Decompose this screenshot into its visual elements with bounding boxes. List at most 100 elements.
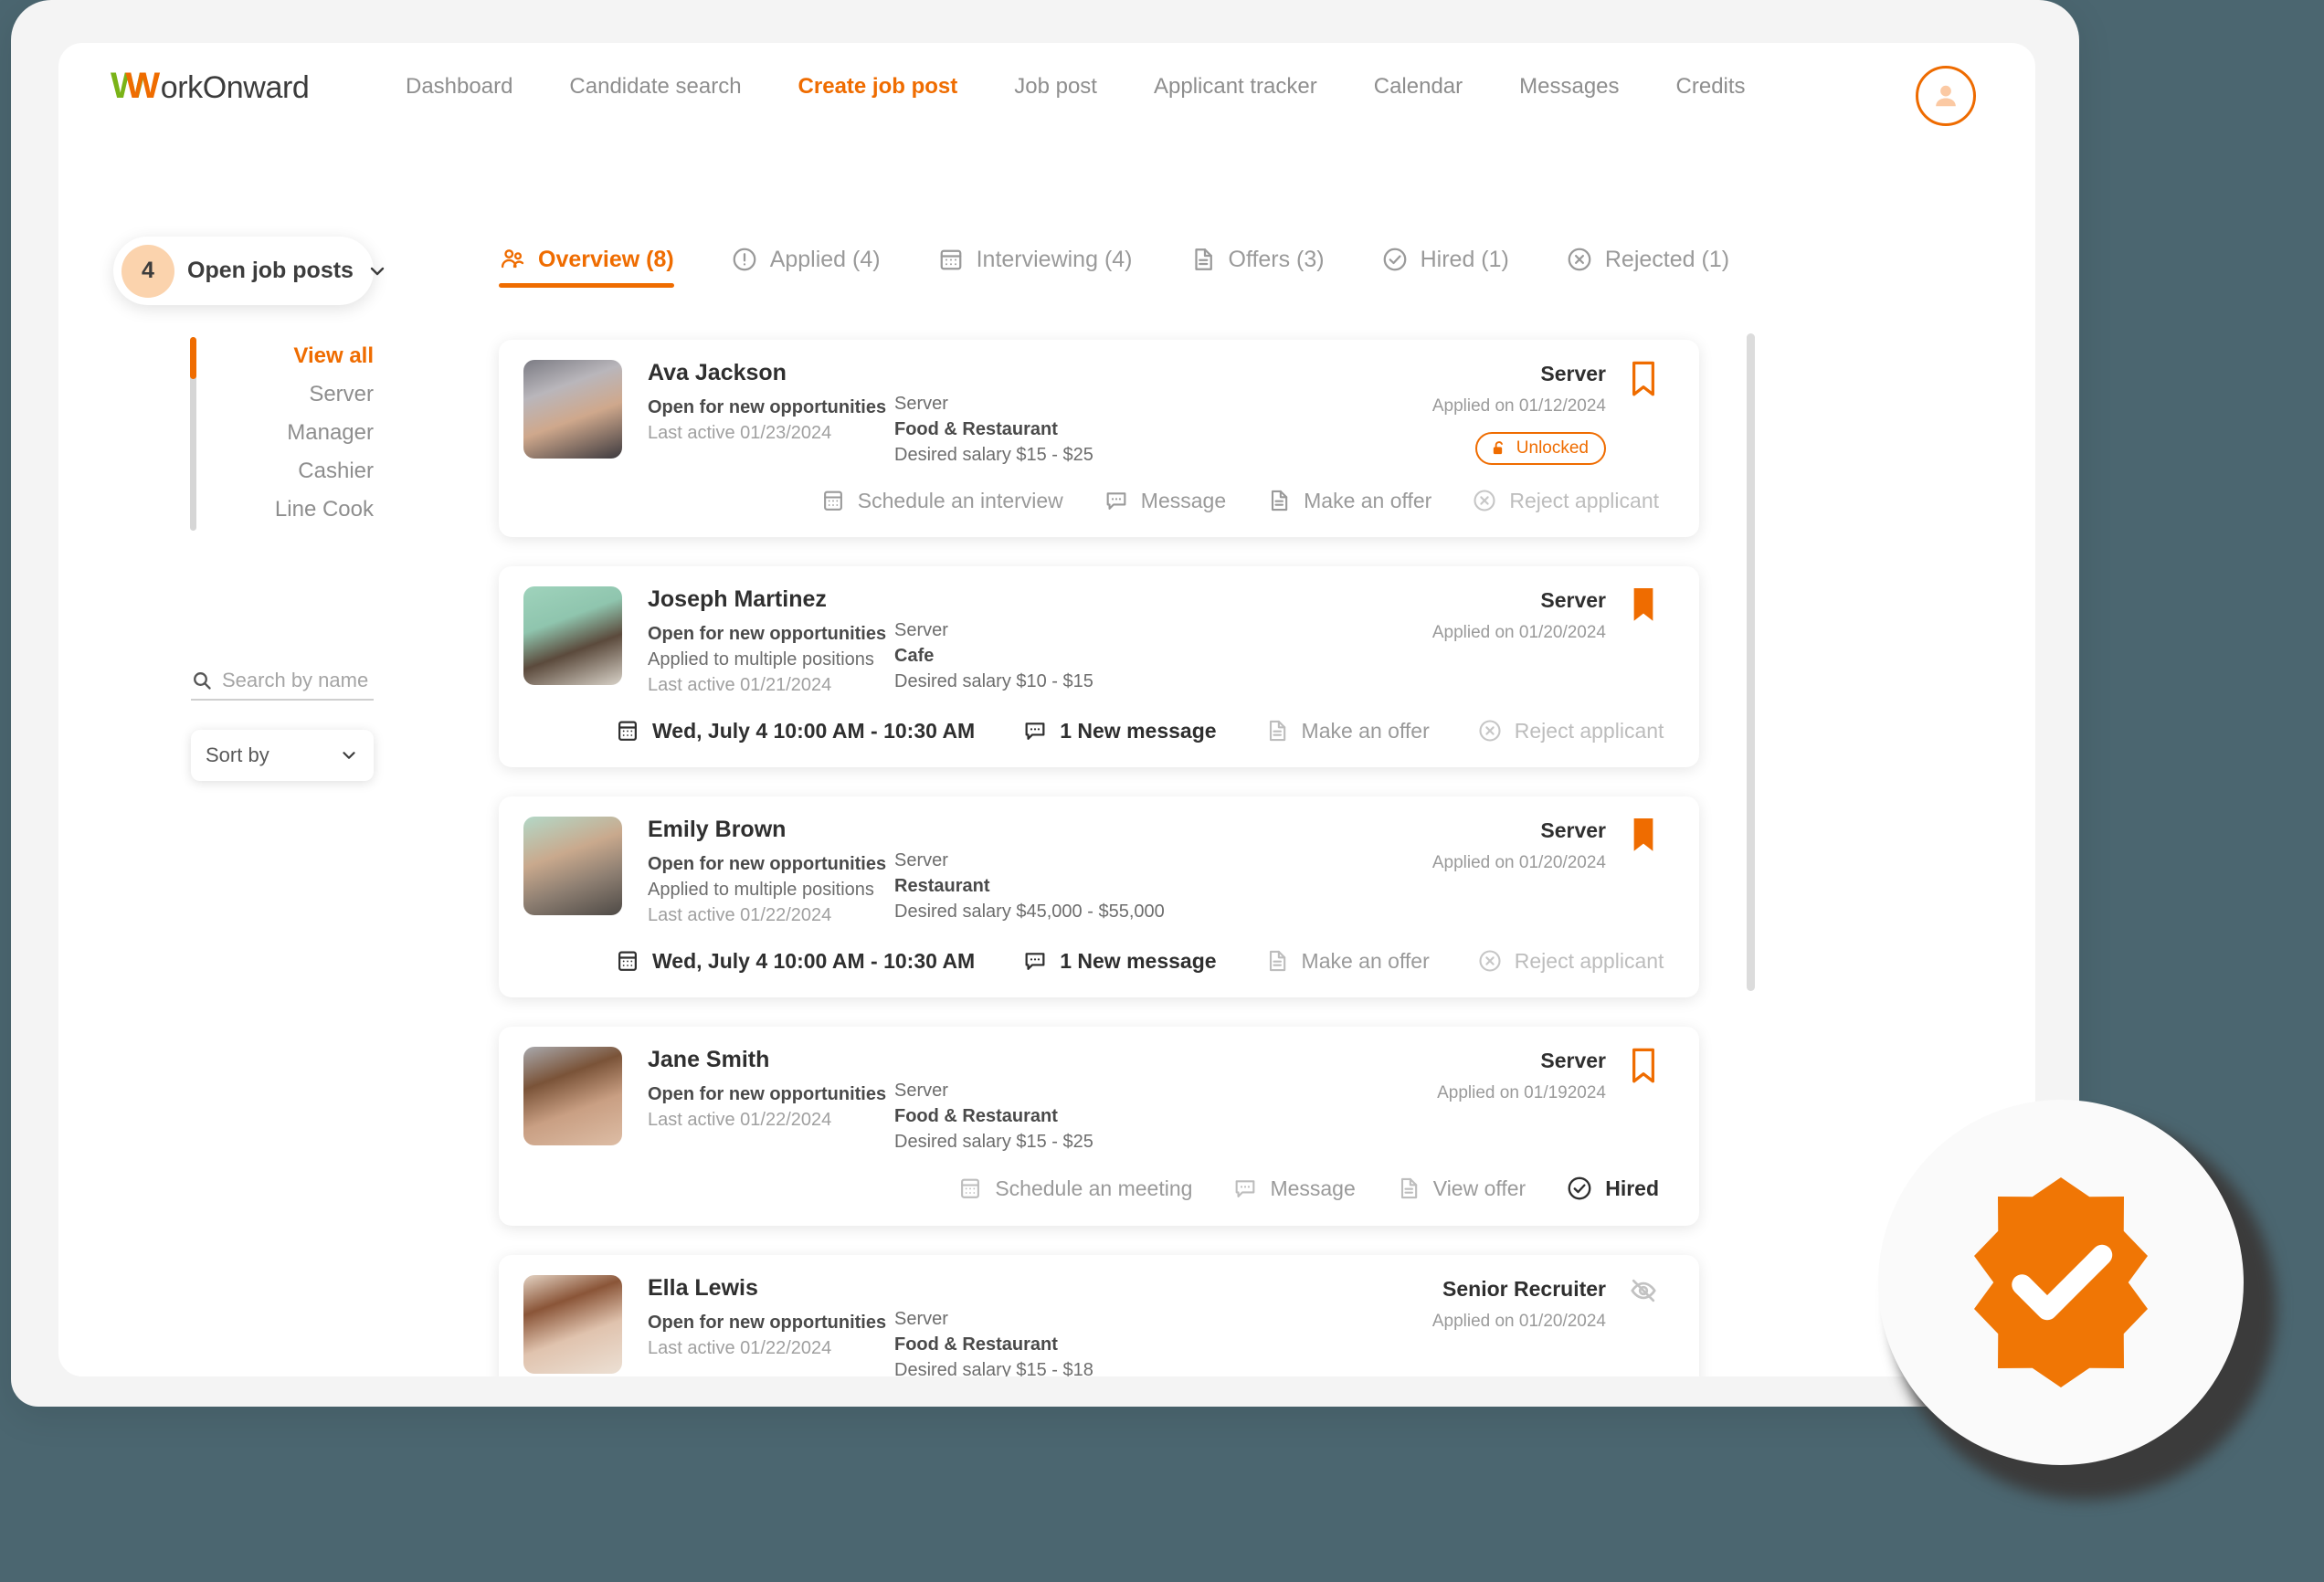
candidate-name: Emily Brown (648, 817, 787, 842)
open-job-posts-selector[interactable]: 4 Open job posts (113, 237, 385, 305)
action-label: Make an offer (1304, 488, 1432, 512)
hide-candidate-button[interactable] (1628, 1275, 1659, 1311)
card-list-scrollbar[interactable] (1747, 333, 1755, 991)
job-title: Server (894, 1309, 948, 1329)
action-reject-applicant[interactable]: Reject applicant (1472, 488, 1659, 513)
action-schedule-interview[interactable]: Schedule an interview (820, 488, 1063, 513)
tab-overview-label: Overview (8) (538, 246, 674, 272)
search-input[interactable] (222, 669, 368, 692)
sort-by-dropdown[interactable]: Sort by (191, 730, 374, 781)
avatar (523, 817, 622, 915)
exclamation-circle-icon (733, 248, 756, 271)
action-new-message[interactable]: 1 New message (1022, 718, 1217, 744)
nav-item-candidate-search[interactable]: Candidate search (569, 74, 741, 100)
tab-interviewing-label: Interviewing (4) (976, 246, 1133, 272)
candidate-last-active: Last active 01/22/2024 (648, 1338, 832, 1358)
search-by-name-field[interactable] (191, 669, 374, 701)
action-label: Make an offer (1301, 948, 1430, 973)
unlocked-badge-label: Unlocked (1516, 438, 1589, 458)
applied-on: Applied on 01/20/2024 (1431, 1312, 1606, 1331)
bookmark-button[interactable] (1628, 586, 1659, 629)
action-label: Schedule an interview (857, 488, 1063, 512)
applied-on: Applied on 01/20/2024 (1431, 853, 1606, 872)
action-view-offer[interactable]: View offer (1396, 1176, 1526, 1201)
x-circle-icon (1479, 950, 1501, 972)
tab-applied[interactable]: Applied (4) (731, 246, 881, 288)
candidate-multi-positions: Applied to multiple positions (648, 880, 874, 900)
avatar (523, 360, 622, 459)
job-filter-view-all[interactable]: View all (191, 337, 374, 375)
action-interview-slot[interactable]: Wed, July 4 10:00 AM - 10:30 AM (615, 948, 975, 974)
x-circle-icon (1479, 720, 1501, 742)
bookmark-outline-icon (1632, 1048, 1654, 1083)
people-icon (501, 249, 524, 269)
candidate-status: Open for new opportunities (648, 1084, 887, 1104)
document-icon (1269, 950, 1285, 972)
candidate-name: Joseph Martinez (648, 586, 827, 612)
search-icon (194, 672, 211, 690)
candidate-card[interactable]: Ava Jackson Open for new opportunities L… (499, 340, 1699, 537)
candidate-status: Open for new opportunities (648, 397, 887, 417)
tab-hired[interactable]: Hired (1) (1381, 246, 1509, 288)
action-make-offer[interactable]: Make an offer (1266, 488, 1431, 513)
candidate-last-active: Last active 01/22/2024 (648, 905, 832, 925)
job-filter-line-cook[interactable]: Line Cook (191, 490, 374, 529)
card-action-bar: Wed, July 4 10:00 AM - 10:30 AM 1 New me… (523, 932, 1664, 997)
nav-item-credits[interactable]: Credits (1676, 74, 1746, 100)
action-new-message[interactable]: 1 New message (1022, 948, 1217, 974)
nav-item-dashboard[interactable]: Dashboard (406, 74, 512, 100)
unlocked-badge[interactable]: Unlocked (1474, 432, 1606, 465)
candidate-card[interactable]: Jane Smith Open for new opportunities La… (499, 1027, 1699, 1226)
card-action-bar: Schedule an meeting Message View offer H… (523, 1158, 1659, 1226)
open-job-posts-label: Open job posts (187, 258, 354, 283)
user-avatar-button[interactable] (1916, 66, 1976, 126)
job-industry: Restaurant (894, 876, 990, 896)
action-message[interactable]: Message (1104, 488, 1226, 513)
x-circle-icon (1568, 248, 1591, 271)
applied-on: Applied on 01/192024 (1437, 1083, 1606, 1102)
job-salary: Desired salary $10 - $15 (894, 671, 1093, 691)
logo-w-orange: W (125, 66, 160, 106)
calendar-icon (618, 721, 637, 741)
action-reject-applicant[interactable]: Reject applicant (1477, 718, 1664, 744)
candidate-card[interactable]: Emily Brown Open for new opportunities A… (499, 796, 1699, 997)
action-make-offer[interactable]: Make an offer (1264, 718, 1430, 744)
candidate-card[interactable]: Ella Lewis Open for new opportunities La… (499, 1255, 1699, 1376)
job-salary: Desired salary $15 - $25 (894, 1132, 1093, 1152)
nav-item-calendar[interactable]: Calendar (1374, 74, 1463, 100)
tab-rejected[interactable]: Rejected (1) (1566, 246, 1729, 288)
bookmark-button[interactable] (1628, 360, 1659, 403)
candidate-multi-positions: Applied to multiple positions (648, 649, 874, 670)
bookmark-button[interactable] (1628, 1047, 1659, 1090)
action-interview-slot[interactable]: Wed, July 4 10:00 AM - 10:30 AM (615, 718, 975, 744)
job-title: Server (894, 850, 948, 870)
tab-offers[interactable]: Offers (3) (1189, 246, 1325, 288)
candidate-card[interactable]: Joseph Martinez Open for new opportuniti… (499, 566, 1699, 767)
action-message[interactable]: Message (1232, 1176, 1356, 1201)
avatar (523, 1275, 622, 1374)
candidate-status: Open for new opportunities (648, 624, 887, 644)
verified-badge-icon (1974, 1177, 2148, 1387)
job-filter-manager[interactable]: Manager (191, 414, 374, 452)
nav-item-job-post[interactable]: Job post (1014, 74, 1097, 100)
job-filter-server[interactable]: Server (191, 375, 374, 414)
action-reject-applicant[interactable]: Reject applicant (1477, 948, 1664, 974)
tab-interviewing[interactable]: Interviewing (4) (937, 246, 1133, 288)
action-label: Message (1140, 488, 1227, 512)
avatar (523, 586, 622, 685)
nav-item-messages[interactable]: Messages (1519, 74, 1619, 100)
chat-icon (1236, 1180, 1255, 1197)
action-schedule-meeting[interactable]: Schedule an meeting (957, 1176, 1192, 1201)
x-circle-icon (1474, 490, 1495, 512)
tab-overview[interactable]: Overview (8) (499, 246, 674, 288)
app-logo[interactable]: W WorkOnward (111, 66, 310, 106)
calendar-icon (823, 490, 842, 511)
job-filter-cashier[interactable]: Cashier (191, 452, 374, 490)
bookmark-button[interactable] (1628, 817, 1659, 860)
candidate-status: Open for new opportunities (648, 1313, 887, 1333)
action-make-offer[interactable]: Make an offer (1264, 948, 1430, 974)
nav-item-create-job-post[interactable]: Create job post (798, 74, 958, 100)
action-label: Reject applicant (1514, 718, 1664, 743)
nav-item-applicant-tracker[interactable]: Applicant tracker (1154, 74, 1317, 100)
bookmark-filled-icon (1633, 587, 1653, 621)
